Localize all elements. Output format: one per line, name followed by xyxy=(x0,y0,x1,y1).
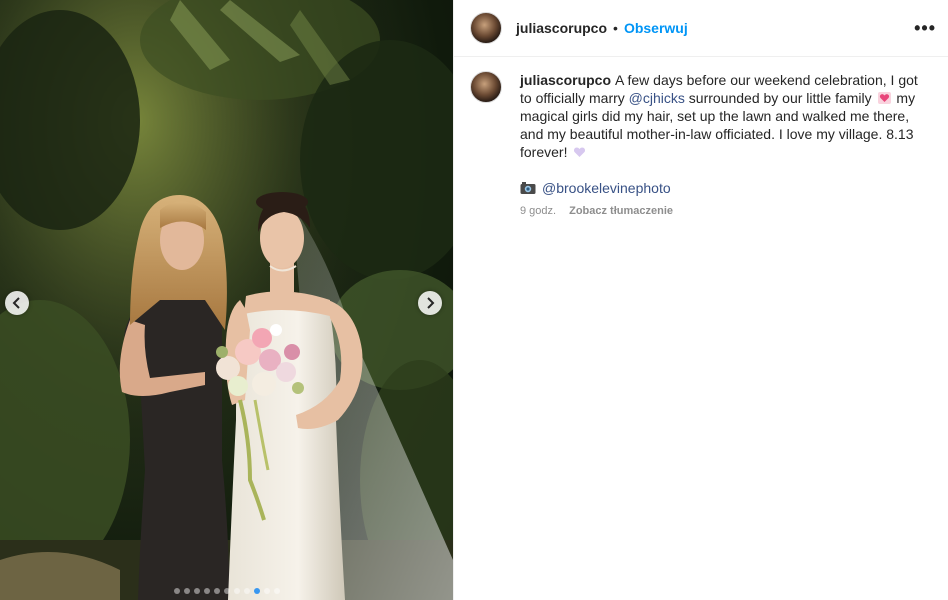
caption-meta: 9 godz. Zobacz tłumaczenie xyxy=(520,205,930,217)
post-detail-panel: juliascorupco • Obserwuj ••• juliascorup… xyxy=(453,0,948,600)
chevron-left-icon xyxy=(12,297,20,309)
carousel-dot xyxy=(213,588,220,594)
caption-avatar[interactable] xyxy=(470,71,502,103)
caption-comment: juliascorupco A few days before our weeke… xyxy=(454,57,948,217)
pink-heart-emoji-icon xyxy=(877,92,891,104)
post-photo[interactable] xyxy=(0,0,453,600)
carousel-dot xyxy=(173,588,180,594)
header-separator: • xyxy=(613,20,618,36)
more-options-icon[interactable]: ••• xyxy=(914,18,936,39)
carousel-prev-button[interactable] xyxy=(5,291,29,315)
carousel-dot xyxy=(243,588,250,594)
carousel-dot xyxy=(233,588,240,594)
mention-link[interactable]: @cjhicks xyxy=(629,90,685,106)
carousel-dot xyxy=(263,588,270,594)
follow-button[interactable]: Obserwuj xyxy=(624,20,688,36)
post-header: juliascorupco • Obserwuj ••• xyxy=(454,0,948,57)
carousel-dot xyxy=(193,588,200,594)
carousel-next-button[interactable] xyxy=(418,291,442,315)
caption-text: juliascorupco A few days before our weeke… xyxy=(520,71,930,161)
avatar[interactable] xyxy=(470,12,502,44)
timestamp[interactable]: 9 godz. xyxy=(520,205,556,217)
carousel-dot xyxy=(183,588,190,594)
carousel-dot xyxy=(203,588,210,594)
wedding-photo-image xyxy=(0,0,453,600)
photographer-mention-link[interactable]: @brookelevinephoto xyxy=(542,179,671,197)
caption-username[interactable]: juliascorupco xyxy=(520,72,611,88)
carousel-dot xyxy=(223,588,230,594)
caption-part-2: surrounded by our little family xyxy=(684,90,876,106)
header-username[interactable]: juliascorupco xyxy=(516,20,607,36)
camera-icon xyxy=(520,182,536,194)
caption-body: juliascorupco A few days before our weeke… xyxy=(520,71,930,217)
see-translation-button[interactable]: Zobacz tłumaczenie xyxy=(569,205,673,217)
carousel-indicator xyxy=(0,588,453,594)
lilac-heart-emoji-icon xyxy=(574,147,586,157)
carousel-dot xyxy=(253,588,260,594)
chevron-right-icon xyxy=(427,297,435,309)
photo-credit: @brookelevinephoto xyxy=(520,179,930,197)
carousel-dot xyxy=(273,588,280,594)
